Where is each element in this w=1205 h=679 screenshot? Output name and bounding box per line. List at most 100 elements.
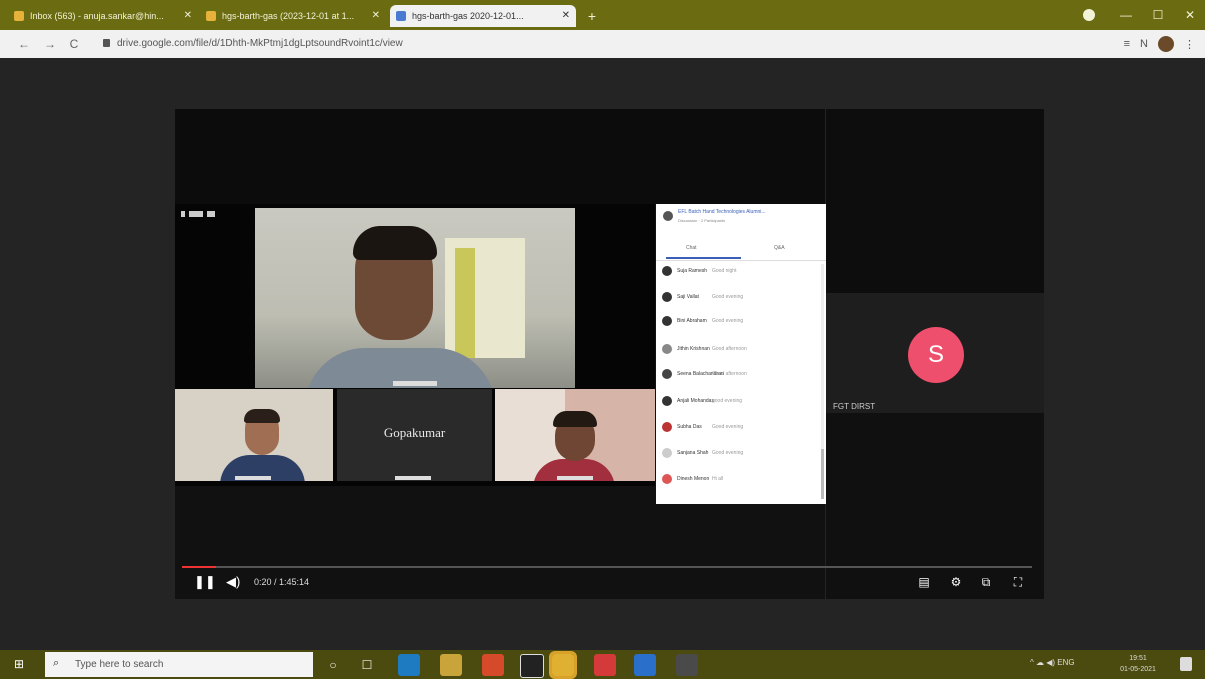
- tab-drive-active[interactable]: hgs-barth-gas 2020-12-01... ✕: [390, 5, 576, 27]
- chat-panel: EFL Batch Hand Technologies Alumni... Di…: [656, 204, 826, 504]
- chat-header: EFL Batch Hand Technologies Alumni... Di…: [656, 204, 826, 240]
- message-author: Suja Ramesh: [677, 268, 708, 274]
- captions-icon[interactable]: ▤: [916, 575, 932, 589]
- browser-toolbar: ← → C drive.google.com/file/d/1Dhth-MkPt…: [0, 30, 1205, 58]
- chat-tabs: Chat Q&A: [656, 242, 826, 261]
- speaker-name-label: [393, 381, 437, 386]
- maximize-button[interactable]: ☐: [1144, 5, 1172, 25]
- close-tab-icon[interactable]: ✕: [372, 5, 380, 27]
- message-author: Anjali Mohandas: [677, 398, 714, 404]
- pdf-icon[interactable]: [634, 654, 656, 676]
- toolbar-icons: ≡ N ⋮: [1124, 34, 1195, 54]
- store-icon[interactable]: [520, 654, 544, 678]
- speaker-hair: [353, 226, 437, 260]
- message-text: Good afternoon: [712, 371, 747, 377]
- message-text: Good evening: [712, 424, 744, 430]
- windows-start-icon[interactable]: ⊞: [14, 657, 28, 671]
- curtain-background: [455, 248, 475, 358]
- system-tray[interactable]: ^ ☁ ◀) ENG: [1030, 658, 1075, 667]
- message-text: Good evening: [712, 450, 744, 456]
- acrobat-icon[interactable]: [594, 654, 616, 676]
- chrome-icon[interactable]: [482, 654, 504, 676]
- extension-n-icon[interactable]: N: [1140, 38, 1148, 50]
- chevron-left-icon: [181, 211, 185, 217]
- video-top-area: [175, 109, 825, 204]
- meeting-toolbar: [181, 209, 215, 219]
- address-bar[interactable]: drive.google.com/file/d/1Dhth-MkPtmj1dgL…: [95, 34, 1095, 54]
- taskbar-search-box[interactable]: ⌕ Type here to search: [45, 652, 313, 677]
- participant-name: FGT DIRST: [833, 402, 876, 411]
- message-author: Bini Abraham: [677, 318, 707, 324]
- url-text: drive.google.com/file/d/1Dhth-MkPtmj1dgL…: [117, 38, 403, 49]
- avatar: [662, 396, 672, 406]
- task-view-icon[interactable]: ○: [322, 654, 344, 676]
- message-text: good evening: [712, 398, 743, 404]
- extensions-icon[interactable]: ≡: [1124, 38, 1130, 50]
- minimize-button[interactable]: —: [1112, 5, 1140, 25]
- drive-icon: [206, 11, 216, 21]
- avatar: [662, 344, 672, 354]
- search-placeholder: Type here to search: [75, 659, 164, 670]
- drive-icon: [396, 11, 406, 21]
- tab-label: Inbox (563) - anuja.sankar@hin...: [30, 11, 164, 21]
- clock[interactable]: 19:51 01-05-2021: [1118, 653, 1158, 675]
- meeting-controls-icon: [207, 211, 215, 217]
- tab-gmail[interactable]: Inbox (563) - anuja.sankar@hin... ✕: [8, 5, 198, 27]
- message-text: Good afternoon: [712, 346, 747, 352]
- miniplayer-icon[interactable]: ⧉: [978, 575, 994, 589]
- participant-tile: [175, 389, 333, 481]
- time-display: 0:20 / 1:45:14: [254, 577, 310, 587]
- pause-icon[interactable]: ❚❚: [194, 575, 216, 589]
- participant-tile: [495, 389, 655, 481]
- avatar: [662, 448, 672, 458]
- tab-chat: Chat: [686, 245, 697, 251]
- message-text: Good night: [712, 268, 737, 274]
- back-button[interactable]: ←: [14, 34, 34, 54]
- lock-icon: [103, 39, 110, 47]
- message-text: Good evening: [712, 294, 744, 300]
- mail-icon[interactable]: [676, 654, 698, 676]
- search-icon: ⌕: [53, 657, 60, 669]
- settings-gear-icon[interactable]: ⚙: [948, 575, 964, 589]
- tab-qa: Q&A: [774, 245, 785, 251]
- close-window-button[interactable]: ✕: [1176, 5, 1204, 25]
- avatar: [662, 422, 672, 432]
- notification-icon[interactable]: [1180, 657, 1192, 671]
- chrome-active-icon[interactable]: [549, 651, 577, 679]
- forward-button[interactable]: →: [40, 34, 60, 54]
- fullscreen-icon[interactable]: ⛶: [1010, 575, 1026, 589]
- widgets-icon[interactable]: ☐: [356, 654, 378, 676]
- side-panel-bottom: [826, 413, 1044, 599]
- file-explorer-icon[interactable]: [440, 654, 462, 676]
- group-avatar: [663, 211, 673, 221]
- edge-icon[interactable]: [398, 654, 420, 676]
- profile-icon[interactable]: [1083, 9, 1095, 21]
- close-tab-icon[interactable]: ✕: [184, 5, 192, 27]
- participant-tile-name-only: Gopakumar: [337, 389, 492, 481]
- clock-time: 19:51: [1129, 655, 1147, 662]
- avatar[interactable]: [1158, 36, 1174, 52]
- close-tab-icon[interactable]: ✕: [562, 5, 570, 27]
- message-author: Subha Das: [677, 424, 702, 430]
- meeting-badge: [189, 211, 203, 217]
- tab-indicator: [666, 257, 741, 259]
- message-author: Sanjana Shah: [677, 450, 709, 456]
- reload-button[interactable]: C: [64, 34, 84, 54]
- participant-name-label: [395, 476, 431, 480]
- participant-avatar: S: [908, 327, 964, 383]
- progress-bar[interactable]: [182, 566, 1032, 568]
- chat-title: EFL Batch Hand Technologies Alumni...: [678, 209, 766, 215]
- progress-fill: [182, 566, 216, 568]
- participant-hair: [244, 409, 280, 423]
- new-tab-button[interactable]: +: [582, 5, 602, 27]
- participant-name: Gopakumar: [383, 425, 446, 440]
- message-text: Hi all: [712, 476, 724, 482]
- volume-icon[interactable]: ◀): [226, 575, 242, 589]
- menu-icon[interactable]: ⋮: [1184, 38, 1195, 51]
- gmail-icon: [14, 11, 24, 21]
- side-panel-top: [826, 109, 1044, 293]
- message-author: Jithin Krishnan: [677, 346, 710, 352]
- tab-label: hgs-barth-gas (2023-12-01 at 1...: [222, 11, 355, 21]
- participant-hair: [553, 411, 597, 427]
- tab-drive-1[interactable]: hgs-barth-gas (2023-12-01 at 1... ✕: [200, 5, 386, 27]
